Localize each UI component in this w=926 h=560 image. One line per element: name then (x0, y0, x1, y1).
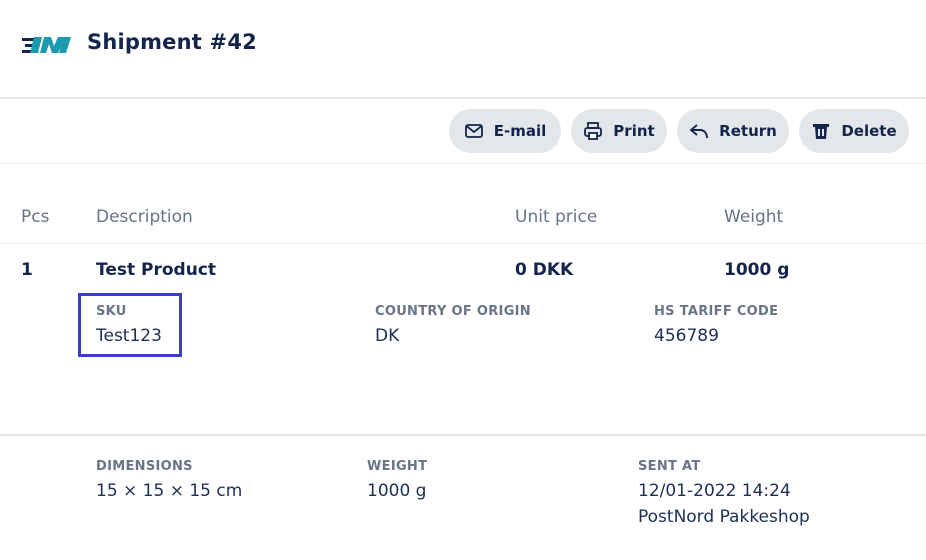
delete-button[interactable]: Delete (799, 109, 909, 153)
table-header: Pcs Description Unit price Weight (0, 195, 926, 244)
dimensions-label: DIMENSIONS (96, 459, 193, 474)
row-pcs: 1 (21, 260, 33, 280)
action-toolbar: E-mail Print Return Delete (0, 99, 926, 164)
page-header: Shipment #42 (0, 0, 926, 99)
sent-via-value: PostNord Pakkeshop (638, 507, 810, 527)
page-title: Shipment #42 (87, 30, 257, 54)
country-of-origin-label: COUNTRY OF ORIGIN (375, 304, 531, 319)
sku-highlight-box (78, 293, 182, 357)
weight-value: 1000 g (367, 481, 427, 501)
row-weight: 1000 g (724, 260, 790, 280)
column-header-pcs: Pcs (21, 207, 50, 227)
print-button[interactable]: Print (571, 109, 667, 153)
weight-label: WEIGHT (367, 459, 428, 474)
row-description: Test Product (96, 260, 217, 280)
column-header-weight: Weight (724, 207, 784, 227)
company-logo-icon (22, 37, 71, 53)
email-button[interactable]: E-mail (449, 109, 561, 153)
printer-icon (584, 122, 603, 140)
delete-button-label: Delete (841, 122, 897, 140)
row-unit-price: 0 DKK (515, 260, 574, 280)
sent-at-value: 12/01-2022 14:24 (638, 481, 791, 501)
sku-value: Test123 (96, 326, 162, 346)
sent-at-label: SENT AT (638, 459, 701, 474)
reply-arrow-icon (690, 124, 709, 139)
sku-label: SKU (96, 304, 127, 319)
column-header-description: Description (96, 207, 193, 227)
envelope-icon (464, 124, 483, 138)
trash-icon (813, 124, 830, 139)
hs-tariff-code-label: HS TARIFF CODE (654, 304, 779, 319)
return-button-label: Return (719, 122, 777, 140)
country-of-origin-value: DK (375, 326, 400, 346)
print-button-label: Print (613, 122, 655, 140)
email-button-label: E-mail (493, 122, 547, 140)
hs-tariff-code-value: 456789 (654, 326, 719, 346)
return-button[interactable]: Return (677, 109, 789, 153)
section-divider (0, 434, 926, 436)
dimensions-value: 15 × 15 × 15 cm (96, 481, 243, 501)
column-header-unit-price: Unit price (515, 207, 598, 227)
